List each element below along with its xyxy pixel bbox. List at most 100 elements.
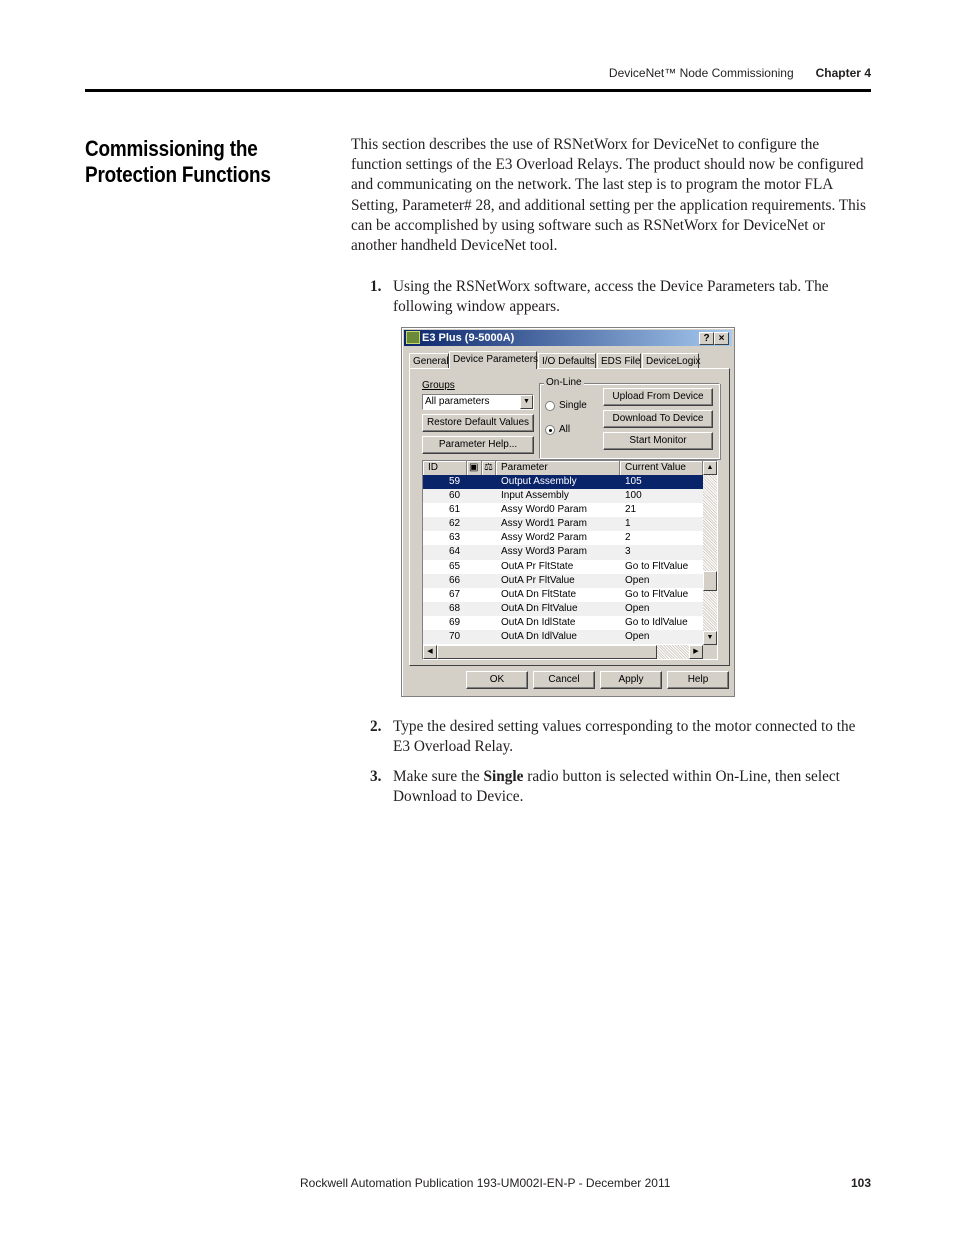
single-radio[interactable] — [545, 401, 555, 411]
tab-io-defaults[interactable]: I/O Defaults — [538, 353, 596, 368]
help-button[interactable]: Help — [667, 671, 729, 689]
device-properties-dialog: E3 Plus (9-5000A) ? × General Device Par… — [401, 327, 735, 697]
table-row[interactable]: 59 Output Assembly 105 — [423, 475, 703, 490]
scrollbar-corner — [703, 645, 717, 659]
table-row[interactable]: 66 OutA Pr FltValue Open — [423, 573, 703, 588]
download-to-device-button[interactable]: Download To Device — [603, 410, 713, 428]
row-id: 69 — [449, 616, 461, 628]
table-row[interactable]: 62 Assy Word1 Param 1 — [423, 517, 703, 532]
row-id: 59 — [449, 476, 461, 487]
page-number: 103 — [850, 1176, 871, 1190]
row-parameter: Assy Word3 Param — [501, 546, 587, 558]
step-text: Type the desired setting values correspo… — [393, 718, 856, 756]
row-id: 61 — [449, 504, 461, 516]
cancel-button[interactable]: Cancel — [533, 671, 595, 689]
all-radio[interactable] — [545, 425, 555, 435]
start-monitor-button[interactable]: Start Monitor — [603, 432, 713, 450]
row-parameter: OutA Pr FltState — [501, 560, 574, 572]
row-current-value[interactable]: 105 — [625, 475, 642, 489]
step-number: 2. — [370, 718, 382, 735]
parameter-help-button[interactable]: Parameter Help... — [422, 436, 534, 454]
step-text-pre: Make sure the — [393, 768, 484, 785]
row-parameter: Assy Word0 Param — [501, 504, 587, 516]
groups-dropdown[interactable]: All parameters ▼ — [422, 394, 534, 410]
step-3: 3. Make sure the Single radio button is … — [370, 767, 870, 807]
chevron-down-icon[interactable]: ▼ — [520, 395, 533, 409]
ok-button[interactable]: OK — [466, 671, 528, 689]
groups-label: Groups — [422, 380, 455, 391]
row-parameter: Output Assembly — [501, 476, 577, 487]
row-current-value[interactable]: Go to IdlValue — [625, 616, 688, 630]
table-row[interactable]: 69 OutA Dn IdlState Go to IdlValue — [423, 615, 703, 631]
step-text-bold: Single — [483, 768, 524, 785]
row-parameter: OutA Dn FltValue — [501, 602, 578, 614]
parameter-grid[interactable]: ID ▣ ⚖ Parameter Current Value 59 Output … — [422, 460, 718, 660]
row-id: 65 — [449, 560, 461, 572]
lock-icon: ▣ — [467, 461, 482, 475]
tab-general[interactable]: General — [409, 353, 449, 368]
row-current-value[interactable]: 1 — [625, 517, 631, 531]
scroll-right-icon[interactable]: ▶ — [689, 645, 703, 659]
apply-button[interactable]: Apply — [600, 671, 662, 689]
help-icon[interactable]: ? — [699, 332, 714, 345]
table-row[interactable]: 70 OutA Dn IdlValue Open — [423, 630, 703, 645]
row-current-value[interactable]: Go to FltValue — [625, 588, 688, 602]
tab-device-parameters[interactable]: Device Parameters — [449, 351, 538, 369]
row-current-value[interactable]: 100 — [625, 489, 642, 503]
step-text: Make sure the Single radio button is sel… — [393, 767, 870, 807]
section-heading: Commissioning the Protection Functions — [85, 136, 271, 187]
row-parameter: OutA Dn FltState — [501, 588, 577, 600]
all-radio-label: All — [559, 424, 571, 435]
header-rule — [85, 89, 871, 92]
row-id: 63 — [449, 532, 461, 544]
close-icon[interactable]: × — [714, 332, 729, 345]
network-app-icon — [406, 331, 420, 344]
row-parameter: OutA Dn IdlValue — [501, 631, 577, 643]
table-row[interactable]: 61 Assy Word0 Param 21 — [423, 503, 703, 518]
row-id: 68 — [449, 602, 461, 614]
groups-value: All parameters — [425, 396, 490, 407]
scroll-left-icon[interactable]: ◀ — [423, 645, 437, 659]
table-row[interactable]: 65 OutA Pr FltState Go to FltValue — [423, 559, 703, 574]
tab-devicelogix[interactable]: DeviceLogix — [642, 353, 700, 368]
table-row[interactable]: 60 Input Assembly 100 — [423, 489, 703, 504]
dialog-titlebar: E3 Plus (9-5000A) ? × — [404, 330, 732, 346]
row-parameter: Input Assembly — [501, 490, 569, 502]
table-row[interactable]: 64 Assy Word3 Param 3 — [423, 545, 703, 560]
row-current-value[interactable]: 2 — [625, 531, 631, 545]
row-current-value[interactable]: Open — [625, 630, 649, 644]
row-parameter: Assy Word1 Param — [501, 518, 587, 530]
row-id: 62 — [449, 518, 461, 530]
scroll-up-icon[interactable]: ▲ — [703, 461, 717, 475]
column-id[interactable]: ID — [423, 461, 467, 475]
row-current-value[interactable]: Open — [625, 602, 649, 616]
step-2: 2. Type the desired setting values corre… — [370, 717, 870, 757]
scroll-thumb[interactable] — [703, 571, 717, 591]
chapter-label: Chapter 4 — [815, 66, 871, 80]
scale-icon: ⚖ — [482, 461, 496, 475]
scroll-down-icon[interactable]: ▼ — [703, 631, 717, 645]
row-parameter: Assy Word2 Param — [501, 532, 587, 544]
tab-eds-file[interactable]: EDS File — [597, 353, 641, 368]
step-number: 3. — [370, 768, 382, 785]
vertical-scrollbar[interactable]: ▲ ▼ — [703, 461, 717, 645]
column-parameter[interactable]: Parameter — [496, 461, 620, 475]
row-current-value[interactable]: Open — [625, 574, 649, 588]
table-row[interactable]: 67 OutA Dn FltState Go to FltValue — [423, 587, 703, 602]
row-parameter: OutA Dn IdlState — [501, 616, 576, 628]
publication-info: Rockwell Automation Publication 193-UM00… — [300, 1176, 671, 1190]
table-row[interactable]: 63 Assy Word2 Param 2 — [423, 531, 703, 546]
horizontal-scrollbar[interactable]: ◀ ▶ — [423, 645, 703, 659]
row-current-value[interactable]: 3 — [625, 545, 631, 559]
horizontal-scroll-track[interactable] — [657, 645, 689, 659]
upload-from-device-button[interactable]: Upload From Device — [603, 388, 713, 406]
row-current-value[interactable]: Go to FltValue — [625, 560, 688, 574]
row-id: 67 — [449, 588, 461, 600]
horizontal-scroll-thumb[interactable] — [437, 645, 657, 659]
single-radio-label: Single — [559, 400, 587, 411]
row-current-value[interactable]: 21 — [625, 503, 636, 517]
row-parameter: OutA Pr FltValue — [501, 574, 575, 586]
restore-defaults-button[interactable]: Restore Default Values — [422, 414, 534, 432]
column-current-value[interactable]: Current Value — [620, 461, 703, 475]
table-row[interactable]: 68 OutA Dn FltValue Open — [423, 601, 703, 616]
